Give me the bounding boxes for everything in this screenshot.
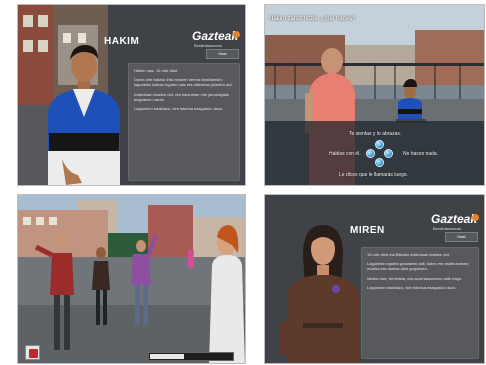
character-name: HAKIM xyxy=(104,36,140,47)
circle-dot-icon xyxy=(472,214,479,221)
profile-paragraph: Laguntzen badidazu, nire istorioa ezagut… xyxy=(134,106,224,112)
logo-subtitle: Berdintasunean xyxy=(433,226,462,231)
miren-profile-screen: MIREN Gazteak Berdintasunean Hasi 15 urt… xyxy=(264,194,485,364)
logo-subtitle: Berdintasunean xyxy=(194,43,223,48)
gazteak-logo: Gazteak xyxy=(431,212,478,226)
start-button[interactable]: Hasi xyxy=(206,49,239,59)
choice-option-right[interactable]: No haces nada. xyxy=(403,151,438,157)
game-scene-screen xyxy=(17,194,246,364)
progress-fill xyxy=(150,354,185,359)
profile-paragraph: Neska naiz, feminista, eta zuzentasunare… xyxy=(367,275,463,281)
profile-paragraph: Hakim naiz, 16 urte ditut. xyxy=(134,68,179,73)
progress-bar xyxy=(148,352,234,361)
choice-bar: Te sientas y lo abrazas. Hablas con él. … xyxy=(265,121,484,185)
backpack-icon-inner xyxy=(29,349,38,358)
profile-text-box: 15 urte ditut eta Bilboko institutuan ik… xyxy=(361,247,479,359)
orb-icon[interactable] xyxy=(375,158,384,167)
start-button[interactable]: Hasi xyxy=(445,232,478,242)
gazteak-logo: Gazteak xyxy=(192,29,239,43)
profile-paragraph: Lagunekin egotea gustatzen zait, batez e… xyxy=(367,261,470,272)
circle-dot-icon xyxy=(233,31,240,38)
orb-icon[interactable] xyxy=(375,140,384,149)
orb-icon[interactable] xyxy=(366,149,375,158)
backpack-icon[interactable] xyxy=(25,345,40,360)
profile-paragraph: Laguntzen badidazu, nire istorioa ezagut… xyxy=(367,284,457,290)
orb-icon[interactable] xyxy=(384,149,393,158)
profile-text-box: Hakim naiz, 16 urte ditut. Duela urte ba… xyxy=(128,63,240,181)
profile-paragraph: Institutuan ikasten dut, eta batzuetan n… xyxy=(134,91,229,102)
profile-paragraph: Duela urte batzuk iritsi nintzen herrira… xyxy=(134,77,233,88)
choice-option-left[interactable]: Hablas con él. xyxy=(329,151,361,157)
profile-paragraph: 15 urte ditut eta Bilboko institutuan ik… xyxy=(367,252,450,257)
dialogue-question: Hakim zatoz hitzik, ¿qué haces? xyxy=(269,16,356,22)
choice-option-bottom[interactable]: Le dices que le llamarás luego. xyxy=(339,172,408,178)
character-name: MIREN xyxy=(350,225,385,236)
schoolyard-scene xyxy=(18,195,245,363)
choice-option-top[interactable]: Te sientas y lo abrazas. xyxy=(349,131,401,137)
dialogue-screen: Hakim zatoz hitzik, ¿qué haces? Te sient… xyxy=(264,4,485,186)
hakim-profile-screen: HAKIM Gazteak Berdintasunean Hasi Hakim … xyxy=(17,4,246,186)
